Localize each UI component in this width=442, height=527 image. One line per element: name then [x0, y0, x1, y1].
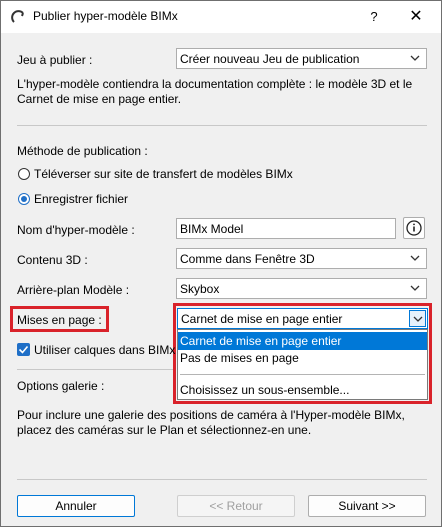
- radio-save-file[interactable]: [18, 193, 30, 205]
- divider: [17, 479, 427, 480]
- chevron-down-icon: [413, 316, 423, 322]
- dropdown-option[interactable]: Choisissez un sous-ensemble...: [178, 381, 427, 399]
- publish-dialog: Publier hyper-modèle BIMx ? ✕ Jeu à publ…: [0, 0, 442, 527]
- layouts-value: Carnet de mise en page entier: [181, 312, 343, 326]
- divider: [17, 369, 173, 370]
- app-icon: [11, 10, 24, 23]
- set-label: Jeu à publier :: [17, 53, 93, 67]
- content3d-select[interactable]: Comme dans Fenêtre 3D: [176, 248, 427, 269]
- radio-upload-label[interactable]: Téléverser sur site de transfert de modè…: [34, 167, 293, 181]
- info-button[interactable]: [403, 217, 425, 239]
- content3d-value: Comme dans Fenêtre 3D: [180, 252, 315, 266]
- dropdown-option[interactable]: Carnet de mise en page entier: [178, 332, 427, 350]
- radio-save-file-label[interactable]: Enregistrer fichier: [34, 192, 128, 206]
- dropdown-toggle[interactable]: [409, 310, 426, 327]
- next-button[interactable]: Suivant >>: [308, 495, 426, 517]
- set-description-line2: Carnet de mise en page entier.: [17, 92, 182, 106]
- gallery-description-line2: placez des caméras sur le Plan et sélect…: [17, 423, 312, 437]
- dropdown-option[interactable]: Pas de mises en page: [178, 349, 427, 367]
- radio-upload[interactable]: [18, 168, 30, 180]
- set-select-value: Créer nouveau Jeu de publication: [180, 52, 360, 66]
- background-select[interactable]: Skybox: [176, 278, 427, 299]
- help-button[interactable]: ?: [363, 7, 385, 27]
- dropdown-divider: [180, 374, 425, 375]
- layouts-dropdown: Carnet de mise en page entier Pas de mis…: [177, 329, 428, 400]
- model-name-input[interactable]: BIMx Model: [176, 218, 396, 239]
- title-bar: Publier hyper-modèle BIMx ? ✕: [1, 1, 441, 33]
- window-title: Publier hyper-modèle BIMx: [33, 9, 178, 23]
- set-description-line1: L'hyper-modèle contiendra la documentati…: [17, 77, 413, 91]
- layers-label[interactable]: Utiliser calques dans BIMx: [34, 343, 175, 357]
- layouts-select[interactable]: Carnet de mise en page entier: [177, 308, 428, 329]
- divider: [17, 125, 427, 126]
- back-button[interactable]: << Retour: [177, 495, 295, 517]
- model-name-label: Nom d'hyper-modèle :: [17, 223, 135, 237]
- gallery-label: Options galerie :: [17, 379, 105, 393]
- close-button[interactable]: ✕: [405, 7, 427, 27]
- background-label: Arrière-plan Modèle :: [17, 283, 130, 297]
- layers-checkbox[interactable]: [17, 343, 30, 356]
- model-name-value: BIMx Model: [180, 222, 244, 236]
- set-select[interactable]: Créer nouveau Jeu de publication: [176, 48, 427, 69]
- background-value: Skybox: [180, 282, 220, 296]
- layouts-label: Mises en page :: [17, 313, 102, 327]
- chevron-down-icon: [410, 55, 420, 61]
- cancel-button[interactable]: Annuler: [17, 495, 135, 517]
- info-icon: [406, 220, 422, 236]
- chevron-down-icon: [410, 285, 420, 291]
- method-label: Méthode de publication :: [17, 144, 148, 158]
- checkmark-icon: [18, 345, 29, 354]
- gallery-description-line1: Pour inclure une galerie des positions d…: [17, 408, 405, 422]
- chevron-down-icon: [410, 255, 420, 261]
- content3d-label: Contenu 3D :: [17, 253, 88, 267]
